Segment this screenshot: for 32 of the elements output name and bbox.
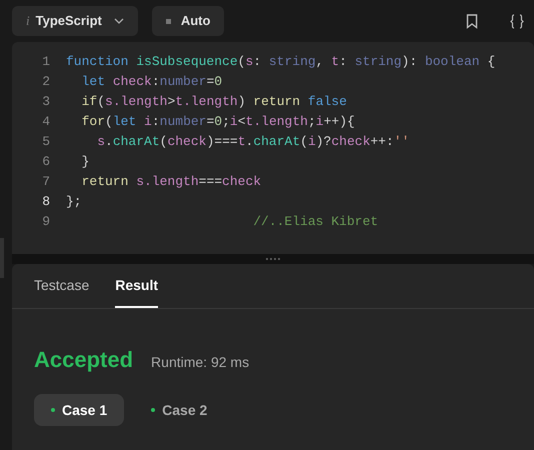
line-number: 8 (41, 193, 51, 212)
line-number: 3 (41, 93, 51, 112)
code-line: return s.length===check (80, 173, 262, 192)
resize-handle-icon[interactable] (266, 258, 280, 260)
braces-icon[interactable] (510, 14, 524, 28)
mode-button[interactable]: Auto (152, 6, 224, 36)
code-line: s.charAt(check)===t.charAt(i)?check++:'' (96, 133, 410, 152)
code-line: for(let i:number=0;i<t.length;i++){ (80, 113, 355, 132)
code-line: function isSubsequence(s: string, t: string): boolean { (66, 53, 496, 72)
tab[interactable]: Result (115, 275, 158, 308)
line-number: 9 (41, 213, 51, 232)
tab[interactable]: Testcase (34, 275, 90, 308)
status-text: Accepted (34, 346, 134, 374)
line-number: 6 (41, 153, 51, 172)
chevron-down-icon (114, 18, 124, 24)
code-line: } (80, 153, 90, 172)
line-number: 7 (41, 173, 51, 192)
line-number: 5 (41, 133, 51, 152)
bookmark-icon[interactable] (466, 14, 478, 28)
line-number: 1 (41, 53, 51, 72)
code-line: if(s.length>t.length) return false (80, 93, 347, 112)
language-dropdown[interactable]: i TypeScript (12, 6, 138, 36)
line-number: 2 (41, 73, 51, 92)
code-line: }; (66, 193, 82, 212)
case-tab[interactable]: Case 2 (134, 394, 224, 426)
square-icon (166, 18, 171, 24)
line-number: 4 (41, 113, 51, 132)
code-line: let check:number=0 (80, 73, 222, 92)
case-tab[interactable]: Case 1 (34, 394, 124, 426)
code-line: //..Elias Kibret (252, 213, 378, 232)
runtime-text: Runtime: 92 ms (151, 353, 250, 372)
italic-icon: i (26, 11, 30, 31)
